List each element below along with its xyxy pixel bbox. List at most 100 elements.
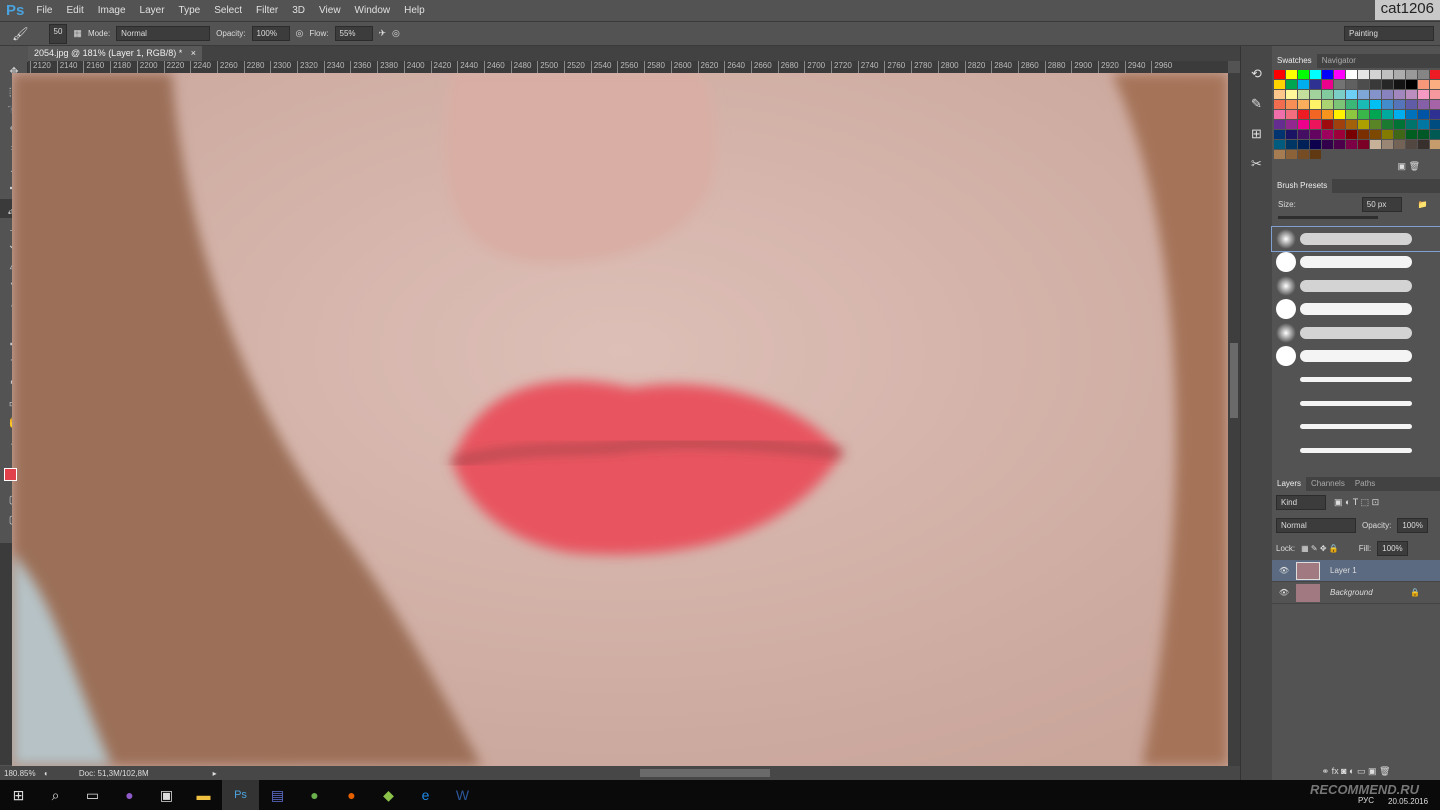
swatch[interactable] bbox=[1334, 100, 1345, 109]
swatch[interactable] bbox=[1394, 70, 1405, 79]
swatch[interactable] bbox=[1286, 120, 1297, 129]
swatch[interactable] bbox=[1310, 130, 1321, 139]
menu-file[interactable]: File bbox=[36, 5, 52, 16]
menu-layer[interactable]: Layer bbox=[140, 5, 165, 16]
swatch[interactable] bbox=[1406, 110, 1417, 119]
swatch[interactable] bbox=[1346, 110, 1357, 119]
tab-paths[interactable]: Paths bbox=[1350, 477, 1380, 491]
swatch[interactable] bbox=[1418, 70, 1429, 79]
firefox-icon[interactable]: ● bbox=[333, 780, 370, 810]
swatch[interactable] bbox=[1334, 140, 1345, 149]
layer-row[interactable]: 👁 Background 🔒 bbox=[1272, 582, 1440, 604]
swatch[interactable] bbox=[1406, 70, 1417, 79]
swatch[interactable] bbox=[1286, 140, 1297, 149]
swatch[interactable] bbox=[1334, 90, 1345, 99]
brush-preset[interactable] bbox=[1272, 274, 1440, 298]
swatch[interactable] bbox=[1358, 130, 1369, 139]
swatch[interactable] bbox=[1334, 120, 1345, 129]
brush-preset[interactable] bbox=[1272, 439, 1440, 463]
swatch[interactable] bbox=[1322, 100, 1333, 109]
swatch[interactable] bbox=[1382, 80, 1393, 89]
layer-row[interactable]: 👁 Layer 1 bbox=[1272, 560, 1440, 582]
swatch[interactable] bbox=[1298, 100, 1309, 109]
brush-folder-icon[interactable]: 📁 bbox=[1418, 200, 1428, 209]
file-explorer-icon[interactable]: ▬ bbox=[185, 780, 222, 810]
swatch[interactable] bbox=[1370, 90, 1381, 99]
swatch[interactable] bbox=[1382, 100, 1393, 109]
swatch[interactable] bbox=[1286, 80, 1297, 89]
brush-preset[interactable] bbox=[1271, 226, 1440, 252]
swatch[interactable] bbox=[1382, 130, 1393, 139]
swatch[interactable] bbox=[1310, 80, 1321, 89]
save-app-icon[interactable]: ▤ bbox=[259, 780, 296, 810]
menu-3d[interactable]: 3D bbox=[292, 5, 305, 16]
brush-preset[interactable] bbox=[1272, 415, 1440, 439]
tab-navigator[interactable]: Navigator bbox=[1317, 54, 1361, 68]
photoshop-taskbar-icon[interactable]: Ps bbox=[222, 780, 259, 810]
viber-icon[interactable]: ● bbox=[111, 780, 148, 810]
brush-preset[interactable] bbox=[1272, 345, 1440, 369]
brush-tool-icon[interactable]: 🖌 bbox=[12, 26, 29, 42]
swatch[interactable] bbox=[1298, 70, 1309, 79]
swatch[interactable] bbox=[1394, 110, 1405, 119]
zoom-level[interactable]: 180.85% bbox=[4, 769, 40, 778]
swatch[interactable] bbox=[1406, 140, 1417, 149]
swatch[interactable] bbox=[1370, 130, 1381, 139]
swatch[interactable] bbox=[1346, 120, 1357, 129]
swatch[interactable] bbox=[1430, 120, 1440, 129]
tab-layers[interactable]: Layers bbox=[1272, 477, 1307, 491]
swatch[interactable] bbox=[1310, 100, 1321, 109]
swatch[interactable] bbox=[1394, 90, 1405, 99]
swatch[interactable] bbox=[1358, 80, 1369, 89]
history-icon[interactable]: ⟲ bbox=[1251, 66, 1272, 82]
swatch[interactable] bbox=[1298, 80, 1309, 89]
swatch[interactable] bbox=[1322, 110, 1333, 119]
language-indicator[interactable]: РУС bbox=[1358, 796, 1374, 805]
swatch[interactable] bbox=[1334, 130, 1345, 139]
menu-view[interactable]: View bbox=[319, 5, 341, 16]
swatch[interactable] bbox=[1274, 100, 1285, 109]
edge-icon[interactable]: e bbox=[407, 780, 444, 810]
swatch[interactable] bbox=[1322, 90, 1333, 99]
swatch[interactable] bbox=[1370, 100, 1381, 109]
swatch[interactable] bbox=[1346, 100, 1357, 109]
swatch[interactable] bbox=[1286, 100, 1297, 109]
swatch[interactable] bbox=[1394, 120, 1405, 129]
clone-source-icon[interactable]: ⊞ bbox=[1251, 126, 1272, 142]
swatch[interactable] bbox=[1370, 110, 1381, 119]
menu-select[interactable]: Select bbox=[214, 5, 242, 16]
swatch[interactable] bbox=[1274, 80, 1285, 89]
brush-presets-title[interactable]: Brush Presets bbox=[1272, 179, 1333, 193]
brush-preset[interactable] bbox=[1272, 251, 1440, 275]
swatch[interactable] bbox=[1274, 130, 1285, 139]
start-icon[interactable]: ⊞ bbox=[0, 780, 37, 810]
search-icon[interactable]: ⌕ bbox=[37, 780, 74, 810]
brush-preset[interactable] bbox=[1272, 368, 1440, 392]
swatch[interactable] bbox=[1418, 110, 1429, 119]
app-icon[interactable]: ◆ bbox=[370, 780, 407, 810]
opacity-input[interactable]: 100% bbox=[251, 26, 290, 41]
workspace-select[interactable]: Painting bbox=[1344, 26, 1434, 41]
tool-presets-icon[interactable]: ✂ bbox=[1251, 156, 1272, 172]
swatch[interactable] bbox=[1346, 140, 1357, 149]
horizontal-scrollbar[interactable] bbox=[640, 769, 770, 777]
swatch[interactable] bbox=[1346, 130, 1357, 139]
menu-edit[interactable]: Edit bbox=[66, 5, 83, 16]
swatch[interactable] bbox=[1286, 130, 1297, 139]
swatch[interactable] bbox=[1370, 70, 1381, 79]
fill-input[interactable]: 100% bbox=[1377, 541, 1408, 556]
foreground-color[interactable] bbox=[4, 468, 17, 481]
swatch[interactable] bbox=[1322, 80, 1333, 89]
layer-name[interactable]: Background bbox=[1330, 588, 1410, 597]
canvas[interactable] bbox=[12, 73, 1228, 766]
swatch[interactable] bbox=[1346, 80, 1357, 89]
swatch[interactable] bbox=[1394, 130, 1405, 139]
swatch[interactable] bbox=[1382, 70, 1393, 79]
swatch[interactable] bbox=[1298, 120, 1309, 129]
swatch[interactable] bbox=[1358, 70, 1369, 79]
swatch[interactable] bbox=[1298, 140, 1309, 149]
kind-filter[interactable]: Kind bbox=[1276, 495, 1326, 510]
swatch[interactable] bbox=[1358, 110, 1369, 119]
swatch[interactable] bbox=[1346, 70, 1357, 79]
layer-name[interactable]: Layer 1 bbox=[1330, 566, 1357, 575]
